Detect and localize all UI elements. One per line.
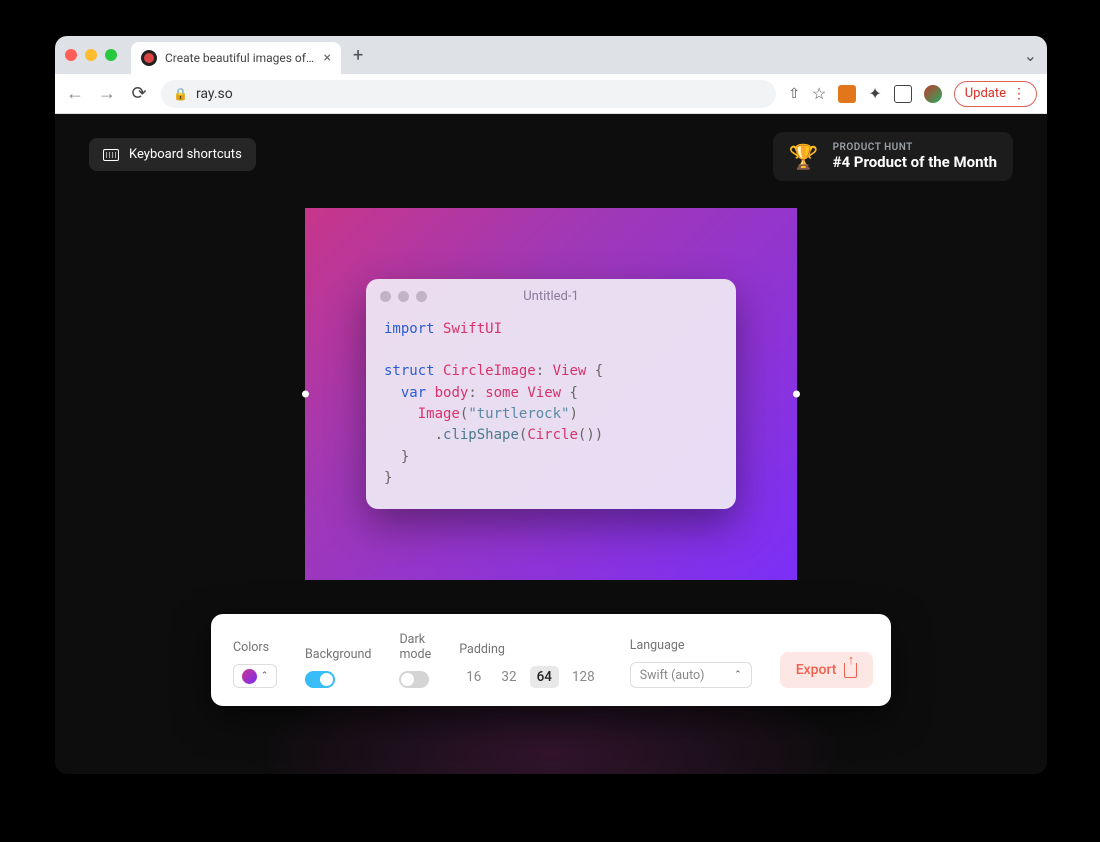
language-value: Swift (auto) xyxy=(640,668,705,683)
new-tab-button[interactable]: + xyxy=(353,45,363,66)
color-swatch xyxy=(242,669,257,684)
canvas-wrap: Untitled-1 import SwiftUI struct CircleI… xyxy=(305,208,797,580)
padding-option-64[interactable]: 64 xyxy=(530,666,559,688)
bookmark-icon[interactable]: ☆ xyxy=(812,84,826,103)
minimize-window-button[interactable] xyxy=(85,49,97,61)
code-window: Untitled-1 import SwiftUI struct CircleI… xyxy=(366,279,736,509)
tab-title: Create beautiful images of you xyxy=(165,51,316,65)
colors-picker[interactable]: ⌃ xyxy=(233,664,277,688)
product-hunt-rank: #4 Product of the Month xyxy=(833,153,997,171)
padding-option-128[interactable]: 128 xyxy=(565,666,602,688)
update-button[interactable]: Update ⋮ xyxy=(954,81,1037,107)
url-text: ray.so xyxy=(196,86,233,102)
extension-icon-1[interactable] xyxy=(838,85,856,103)
chevron-up-icon: ⌃ xyxy=(734,670,742,680)
browser-window: Create beautiful images of you × + ⌄ ← →… xyxy=(55,36,1047,774)
resize-handle-right[interactable] xyxy=(793,391,800,398)
background-control: Background xyxy=(305,647,371,688)
page-content: Keyboard shortcuts 🏆 PRODUCT HUNT #4 Pro… xyxy=(55,114,1047,774)
tab-favicon xyxy=(141,50,157,66)
address-bar: ← → ⟳ 🔒 ray.so ⇧ ☆ ✦ Update ⋮ xyxy=(55,74,1047,114)
code-window-header: Untitled-1 xyxy=(366,279,736,315)
toolbar-right: ⇧ ☆ ✦ Update ⋮ xyxy=(788,81,1037,107)
browser-tab[interactable]: Create beautiful images of you × xyxy=(131,42,341,74)
window-traffic-lights xyxy=(65,49,117,61)
trophy-icon: 🏆 xyxy=(789,143,819,171)
export-label: Export xyxy=(796,662,837,678)
darkmode-toggle[interactable] xyxy=(399,671,429,688)
keyboard-shortcuts-button[interactable]: Keyboard shortcuts xyxy=(89,138,256,171)
code-editor[interactable]: import SwiftUI struct CircleImage: View … xyxy=(366,315,736,509)
url-field[interactable]: 🔒 ray.so xyxy=(161,80,776,108)
export-button[interactable]: Export xyxy=(780,652,874,688)
shortcuts-label: Keyboard shortcuts xyxy=(129,147,242,162)
extensions-icon[interactable]: ✦ xyxy=(868,84,881,103)
padding-options: 16 32 64 128 xyxy=(459,666,602,688)
share-icon xyxy=(844,663,857,678)
colors-label: Colors xyxy=(233,640,277,655)
darkmode-control: Dark mode xyxy=(399,632,431,688)
product-hunt-badge[interactable]: 🏆 PRODUCT HUNT #4 Product of the Month xyxy=(773,132,1013,181)
tab-strip: Create beautiful images of you × + ⌄ xyxy=(55,36,1047,74)
close-tab-button[interactable]: × xyxy=(324,50,331,66)
lock-icon: 🔒 xyxy=(173,87,188,101)
background-toggle[interactable] xyxy=(305,671,335,688)
resize-handle-left[interactable] xyxy=(302,391,309,398)
padding-label: Padding xyxy=(459,642,602,657)
tabs-overflow-button[interactable]: ⌄ xyxy=(1024,46,1037,65)
extension-icon-2[interactable] xyxy=(894,85,912,103)
code-window-title[interactable]: Untitled-1 xyxy=(366,289,736,304)
toggle-knob xyxy=(320,673,333,686)
colors-control: Colors ⌃ xyxy=(233,640,277,688)
maximize-window-button[interactable] xyxy=(105,49,117,61)
profile-avatar[interactable] xyxy=(924,85,942,103)
close-window-button[interactable] xyxy=(65,49,77,61)
language-label: Language xyxy=(630,638,752,653)
reload-button[interactable]: ⟳ xyxy=(129,83,149,104)
controls-panel: Colors ⌃ Background Dark mode Padd xyxy=(211,614,891,706)
language-select[interactable]: Swift (auto) ⌃ xyxy=(630,662,752,688)
share-icon[interactable]: ⇧ xyxy=(788,86,800,102)
padding-control: Padding 16 32 64 128 xyxy=(459,642,602,688)
code-canvas[interactable]: Untitled-1 import SwiftUI struct CircleI… xyxy=(305,208,797,580)
padding-option-16[interactable]: 16 xyxy=(459,666,488,688)
keyboard-icon xyxy=(103,149,119,161)
kebab-icon: ⋮ xyxy=(1012,86,1026,102)
darkmode-label: Dark mode xyxy=(399,632,431,662)
toggle-knob xyxy=(401,673,414,686)
update-label: Update xyxy=(965,86,1006,101)
language-control: Language Swift (auto) ⌃ xyxy=(630,638,752,688)
product-hunt-text: PRODUCT HUNT #4 Product of the Month xyxy=(833,142,997,171)
product-hunt-label: PRODUCT HUNT xyxy=(833,142,997,153)
forward-button[interactable]: → xyxy=(97,83,117,104)
background-label: Background xyxy=(305,647,371,662)
chevron-up-icon: ⌃ xyxy=(261,671,269,681)
back-button[interactable]: ← xyxy=(65,83,85,104)
padding-option-32[interactable]: 32 xyxy=(494,666,523,688)
